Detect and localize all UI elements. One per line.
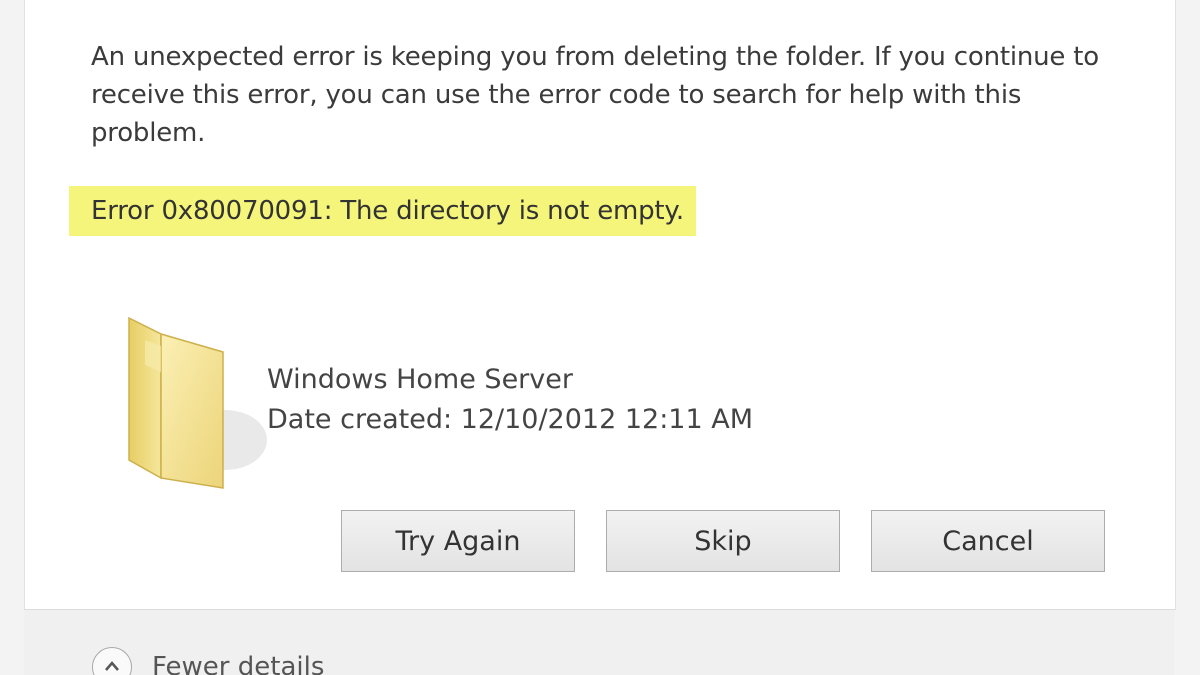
try-again-button[interactable]: Try Again [341, 510, 575, 572]
fewer-details-link[interactable]: Fewer details [152, 650, 324, 675]
delete-error-dialog: An unexpected error is keeping you from … [24, 0, 1176, 610]
item-date-created: Date created: 12/10/2012 12:11 AM [267, 404, 753, 435]
item-name: Windows Home Server [267, 364, 573, 395]
error-message: An unexpected error is keeping you from … [91, 42, 1099, 148]
cancel-button[interactable]: Cancel [871, 510, 1105, 572]
error-code-highlight: Error 0x80070091: The directory is not e… [69, 186, 696, 236]
dialog-footer: Fewer details [24, 610, 1174, 675]
skip-button[interactable]: Skip [606, 510, 840, 572]
folder-icon [115, 310, 275, 490]
chevron-up-icon[interactable] [92, 647, 132, 675]
screenshot-frame: An unexpected error is keeping you from … [0, 0, 1200, 675]
